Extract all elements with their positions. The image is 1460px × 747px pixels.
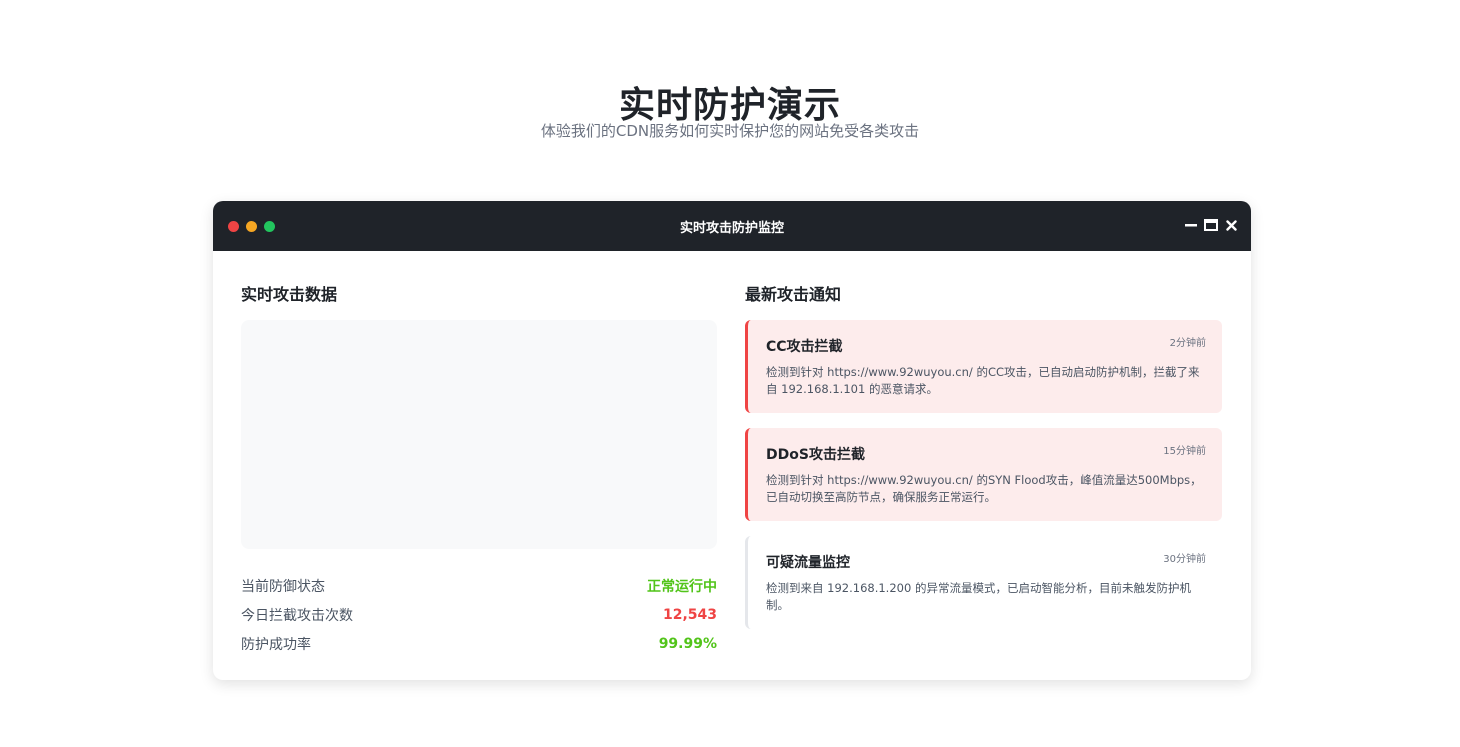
notice-time: 15分钟前 [1163,446,1206,457]
attack-data-title: 实时攻击数据 [241,285,338,304]
stat-value: 12,543 [662,606,717,623]
notice-description: 检测到针对 https://www.92wuyou.cn/ 的SYN Flood… [766,473,1202,504]
stat-row-success-rate: 防护成功率 99.99% [241,629,717,658]
stats-list: 当前防御状态 正常运行中 今日拦截攻击次数 12,543 防护成功率 99.99… [241,571,717,658]
minimize-icon[interactable] [1184,218,1198,232]
notice-card[interactable]: CC攻击拦截 2分钟前 检测到针对 https://www.92wuyou.cn… [745,320,1222,413]
window-title: 实时攻击防护监控 [679,221,784,236]
notice-card[interactable]: 可疑流量监控 30分钟前 检测到来自 192.168.1.200 的异常流量模式… [745,536,1222,629]
stat-label: 当前防御状态 [241,578,325,595]
notice-time: 30分钟前 [1163,554,1206,565]
stat-label: 防护成功率 [241,636,311,653]
notice-description: 检测到来自 192.168.1.200 的异常流量模式，已启动智能分析，目前未触… [766,581,1191,612]
notifications-panel: 最新攻击通知 CC攻击拦截 2分钟前 检测到针对 https://www.92w… [745,281,1222,629]
notifications-title: 最新攻击通知 [745,285,842,304]
notice-title: 可疑流量监控 [766,555,850,571]
stat-value: 正常运行中 [647,578,717,595]
notice-card[interactable]: DDoS攻击拦截 15分钟前 检测到针对 https://www.92wuyou… [745,428,1222,521]
stat-label: 今日拦截攻击次数 [241,607,353,624]
stat-row-status: 当前防御状态 正常运行中 [241,571,717,600]
attack-data-panel: 实时攻击数据 当前防御状态 正常运行中 今日拦截攻击次数 12,543 防护成功… [241,281,717,653]
maximize-icon[interactable] [1204,218,1218,232]
window-titlebar: 实时攻击防护监控 [213,201,1251,251]
notice-title: DDoS攻击拦截 [766,447,865,463]
attack-chart-area [241,320,717,549]
page-subtitle: 体验我们的CDN服务如何实时保护您的网站免受各类攻击 [540,122,920,140]
window-controls [1184,218,1238,232]
notice-time: 2分钟前 [1169,338,1206,349]
notice-title: CC攻击拦截 [766,339,843,355]
monitor-window: 实时攻击防护监控 实时攻击数据 当前防御状态 正常运行中 今日拦截攻击次数 12… [213,201,1251,680]
notice-description: 检测到针对 https://www.92wuyou.cn/ 的CC攻击，已自动启… [766,365,1200,396]
stat-row-blocked: 今日拦截攻击次数 12,543 [241,600,717,629]
stat-value: 99.99% [658,635,717,652]
close-icon[interactable] [1224,218,1238,232]
